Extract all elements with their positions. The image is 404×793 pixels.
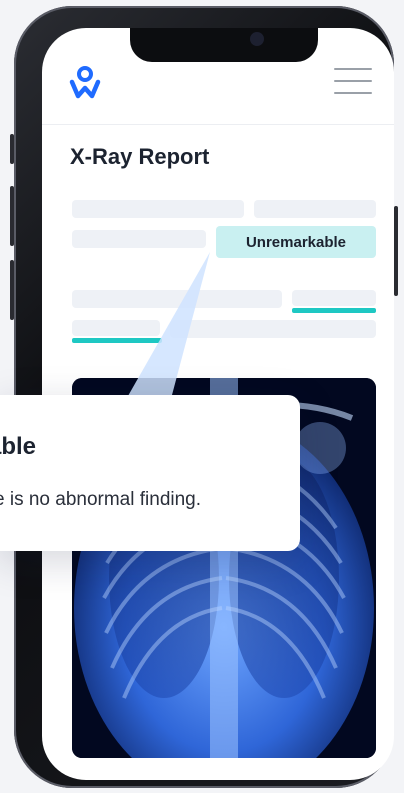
- callout-text: e is no abnormal finding.: [0, 489, 202, 510]
- callout-card: able e is no abnormal finding.: [0, 395, 300, 551]
- callout-title: able: [0, 433, 37, 460]
